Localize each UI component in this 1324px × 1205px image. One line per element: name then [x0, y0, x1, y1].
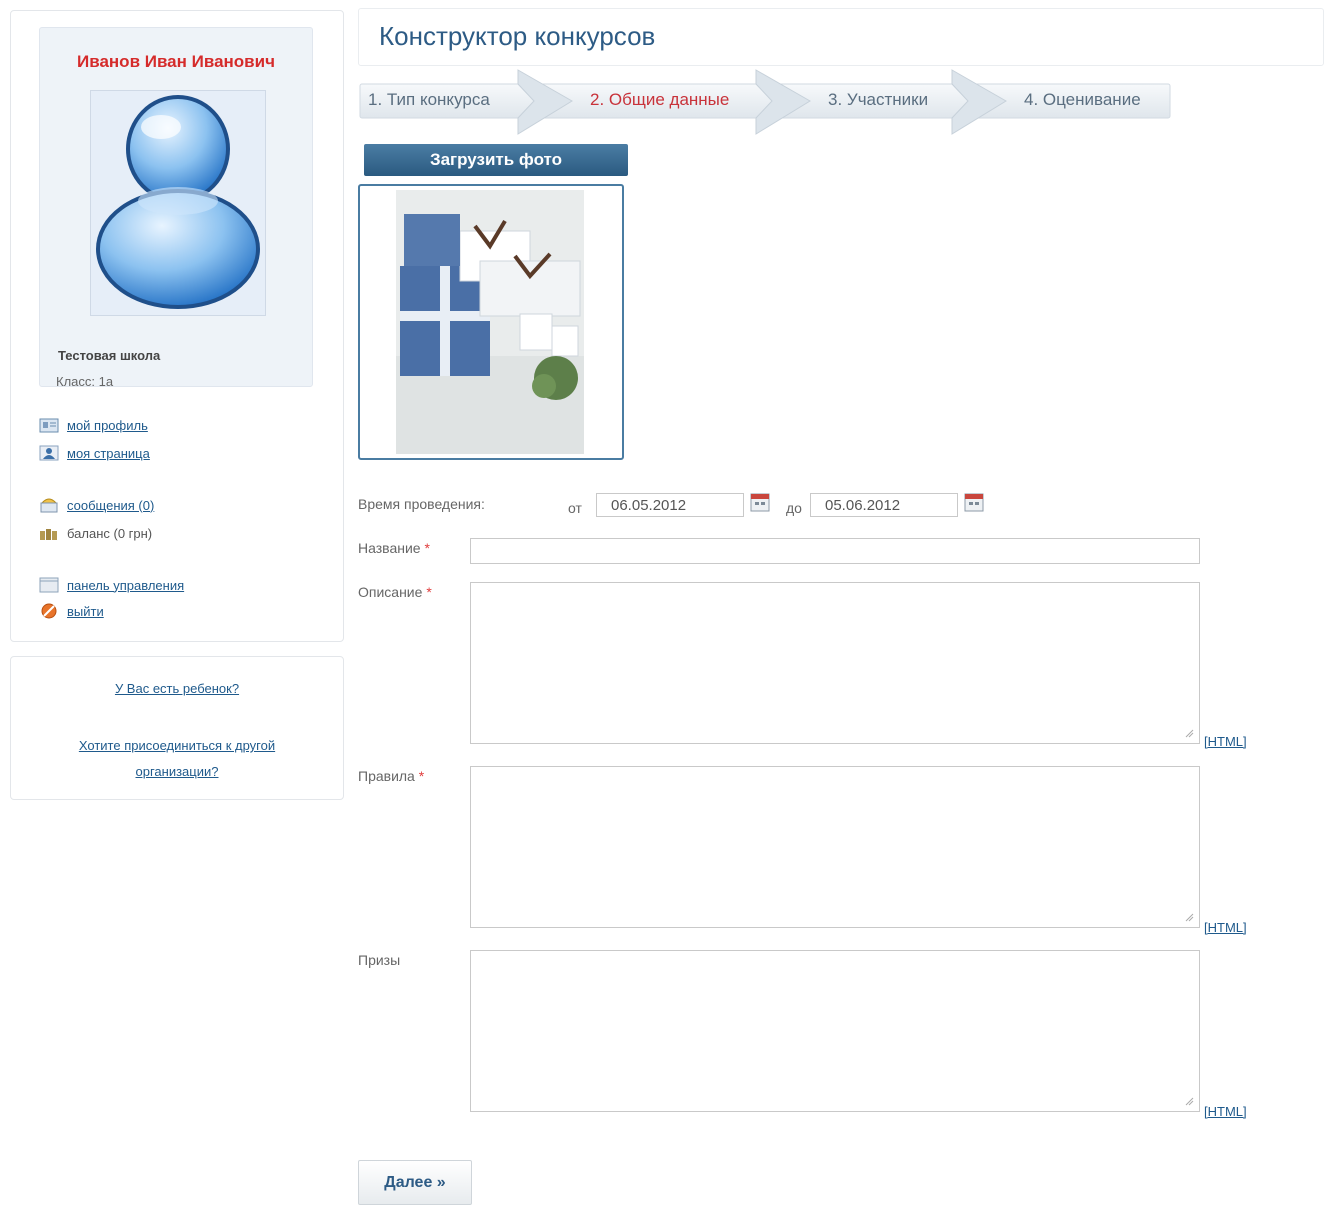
page-header: Конструктор конкурсов	[358, 8, 1324, 66]
my-page-link[interactable]: моя страница	[67, 446, 150, 461]
menu-control-panel[interactable]: панель управления	[39, 575, 184, 595]
description-html-link[interactable]: [HTML]	[1204, 734, 1247, 749]
next-button[interactable]: Далее »	[358, 1160, 472, 1205]
join-org-line-1: Хотите присоединиться к другой	[78, 738, 276, 753]
school-name: Тестовая школа	[58, 348, 161, 363]
rules-label: Правила *	[358, 768, 424, 784]
name-input[interactable]	[470, 538, 1200, 564]
avatar	[90, 90, 266, 316]
coins-icon	[40, 529, 57, 540]
step-contest-type[interactable]: 1. Тип конкурса	[368, 90, 490, 110]
to-label: до	[786, 500, 802, 516]
calendar-icon[interactable]	[750, 492, 770, 512]
name-label-text: Название	[358, 540, 421, 556]
step-participants[interactable]: 3. Участники	[828, 90, 928, 110]
balance-text: баланс (0 грн)	[67, 525, 153, 541]
from-label: от	[568, 500, 582, 516]
logout-icon	[41, 603, 57, 619]
organization-panel: У Вас есть ребенок? Хотите присоединитьс…	[10, 656, 344, 800]
description-label-text: Описание	[358, 584, 423, 600]
menu-balance: баланс (0 грн)	[39, 523, 152, 543]
messages-link[interactable]: сообщения (0)	[67, 498, 154, 513]
prizes-label: Призы	[358, 952, 401, 968]
menu-logout[interactable]: выйти	[39, 601, 104, 621]
prizes-textarea[interactable]	[470, 950, 1200, 1112]
name-label: Название *	[358, 540, 430, 556]
photo-preview	[358, 184, 624, 460]
menu-my-page[interactable]: моя страница	[39, 443, 150, 463]
user-name: Иванов Иван Иванович	[77, 52, 275, 71]
gift-boxes-photo	[396, 190, 584, 454]
have-child-link[interactable]: У Вас есть ребенок?	[115, 681, 239, 696]
resize-grip-icon[interactable]	[1184, 728, 1194, 738]
page-title: Конструктор конкурсов	[379, 21, 656, 51]
upload-photo-button[interactable]: Загрузить фото	[364, 144, 628, 176]
description-label: Описание *	[358, 584, 432, 600]
rules-label-text: Правила	[358, 768, 415, 784]
required-mark: *	[424, 540, 430, 556]
wizard-steps: 1. Тип конкурса 2. Общие данные 3. Участ…	[358, 68, 1178, 138]
calendar-icon[interactable]	[964, 492, 984, 512]
menu-messages[interactable]: сообщения (0)	[39, 495, 154, 515]
prizes-html-link[interactable]: [HTML]	[1204, 1104, 1247, 1119]
resize-grip-icon[interactable]	[1184, 1096, 1194, 1106]
my-profile-link[interactable]: мой профиль	[67, 418, 148, 433]
required-mark: *	[426, 584, 432, 600]
join-org-line-2: организации?	[135, 764, 219, 779]
step-evaluation[interactable]: 4. Оценивание	[1024, 90, 1141, 110]
control-panel-link[interactable]: панель управления	[67, 578, 184, 593]
required-mark: *	[418, 768, 425, 784]
join-organization-link[interactable]: Хотите присоединиться к другой организац…	[79, 738, 275, 779]
menu-my-profile[interactable]: мой профиль	[39, 415, 148, 435]
date-to-input[interactable]	[810, 493, 958, 517]
resize-grip-icon[interactable]	[1184, 912, 1194, 922]
rules-textarea[interactable]	[470, 766, 1200, 928]
user-sidebar: Иванов Иван Иванович Тестовая школа Клас…	[10, 10, 344, 642]
class-info: Класс: 1а	[56, 374, 114, 389]
user-page-icon	[39, 445, 59, 461]
user-avatar-icon	[96, 95, 260, 309]
profile-card-icon	[39, 418, 59, 433]
mail-icon	[40, 498, 58, 513]
rules-html-link[interactable]: [HTML]	[1204, 920, 1247, 935]
logout-link[interactable]: выйти	[67, 604, 104, 619]
profile-card: Иванов Иван Иванович Тестовая школа Клас…	[39, 27, 313, 389]
step-general-data[interactable]: 2. Общие данные	[590, 90, 729, 110]
period-label: Время проведения:	[358, 496, 485, 512]
control-panel-icon	[39, 577, 59, 593]
date-from-input[interactable]	[596, 493, 744, 517]
description-textarea[interactable]	[470, 582, 1200, 744]
